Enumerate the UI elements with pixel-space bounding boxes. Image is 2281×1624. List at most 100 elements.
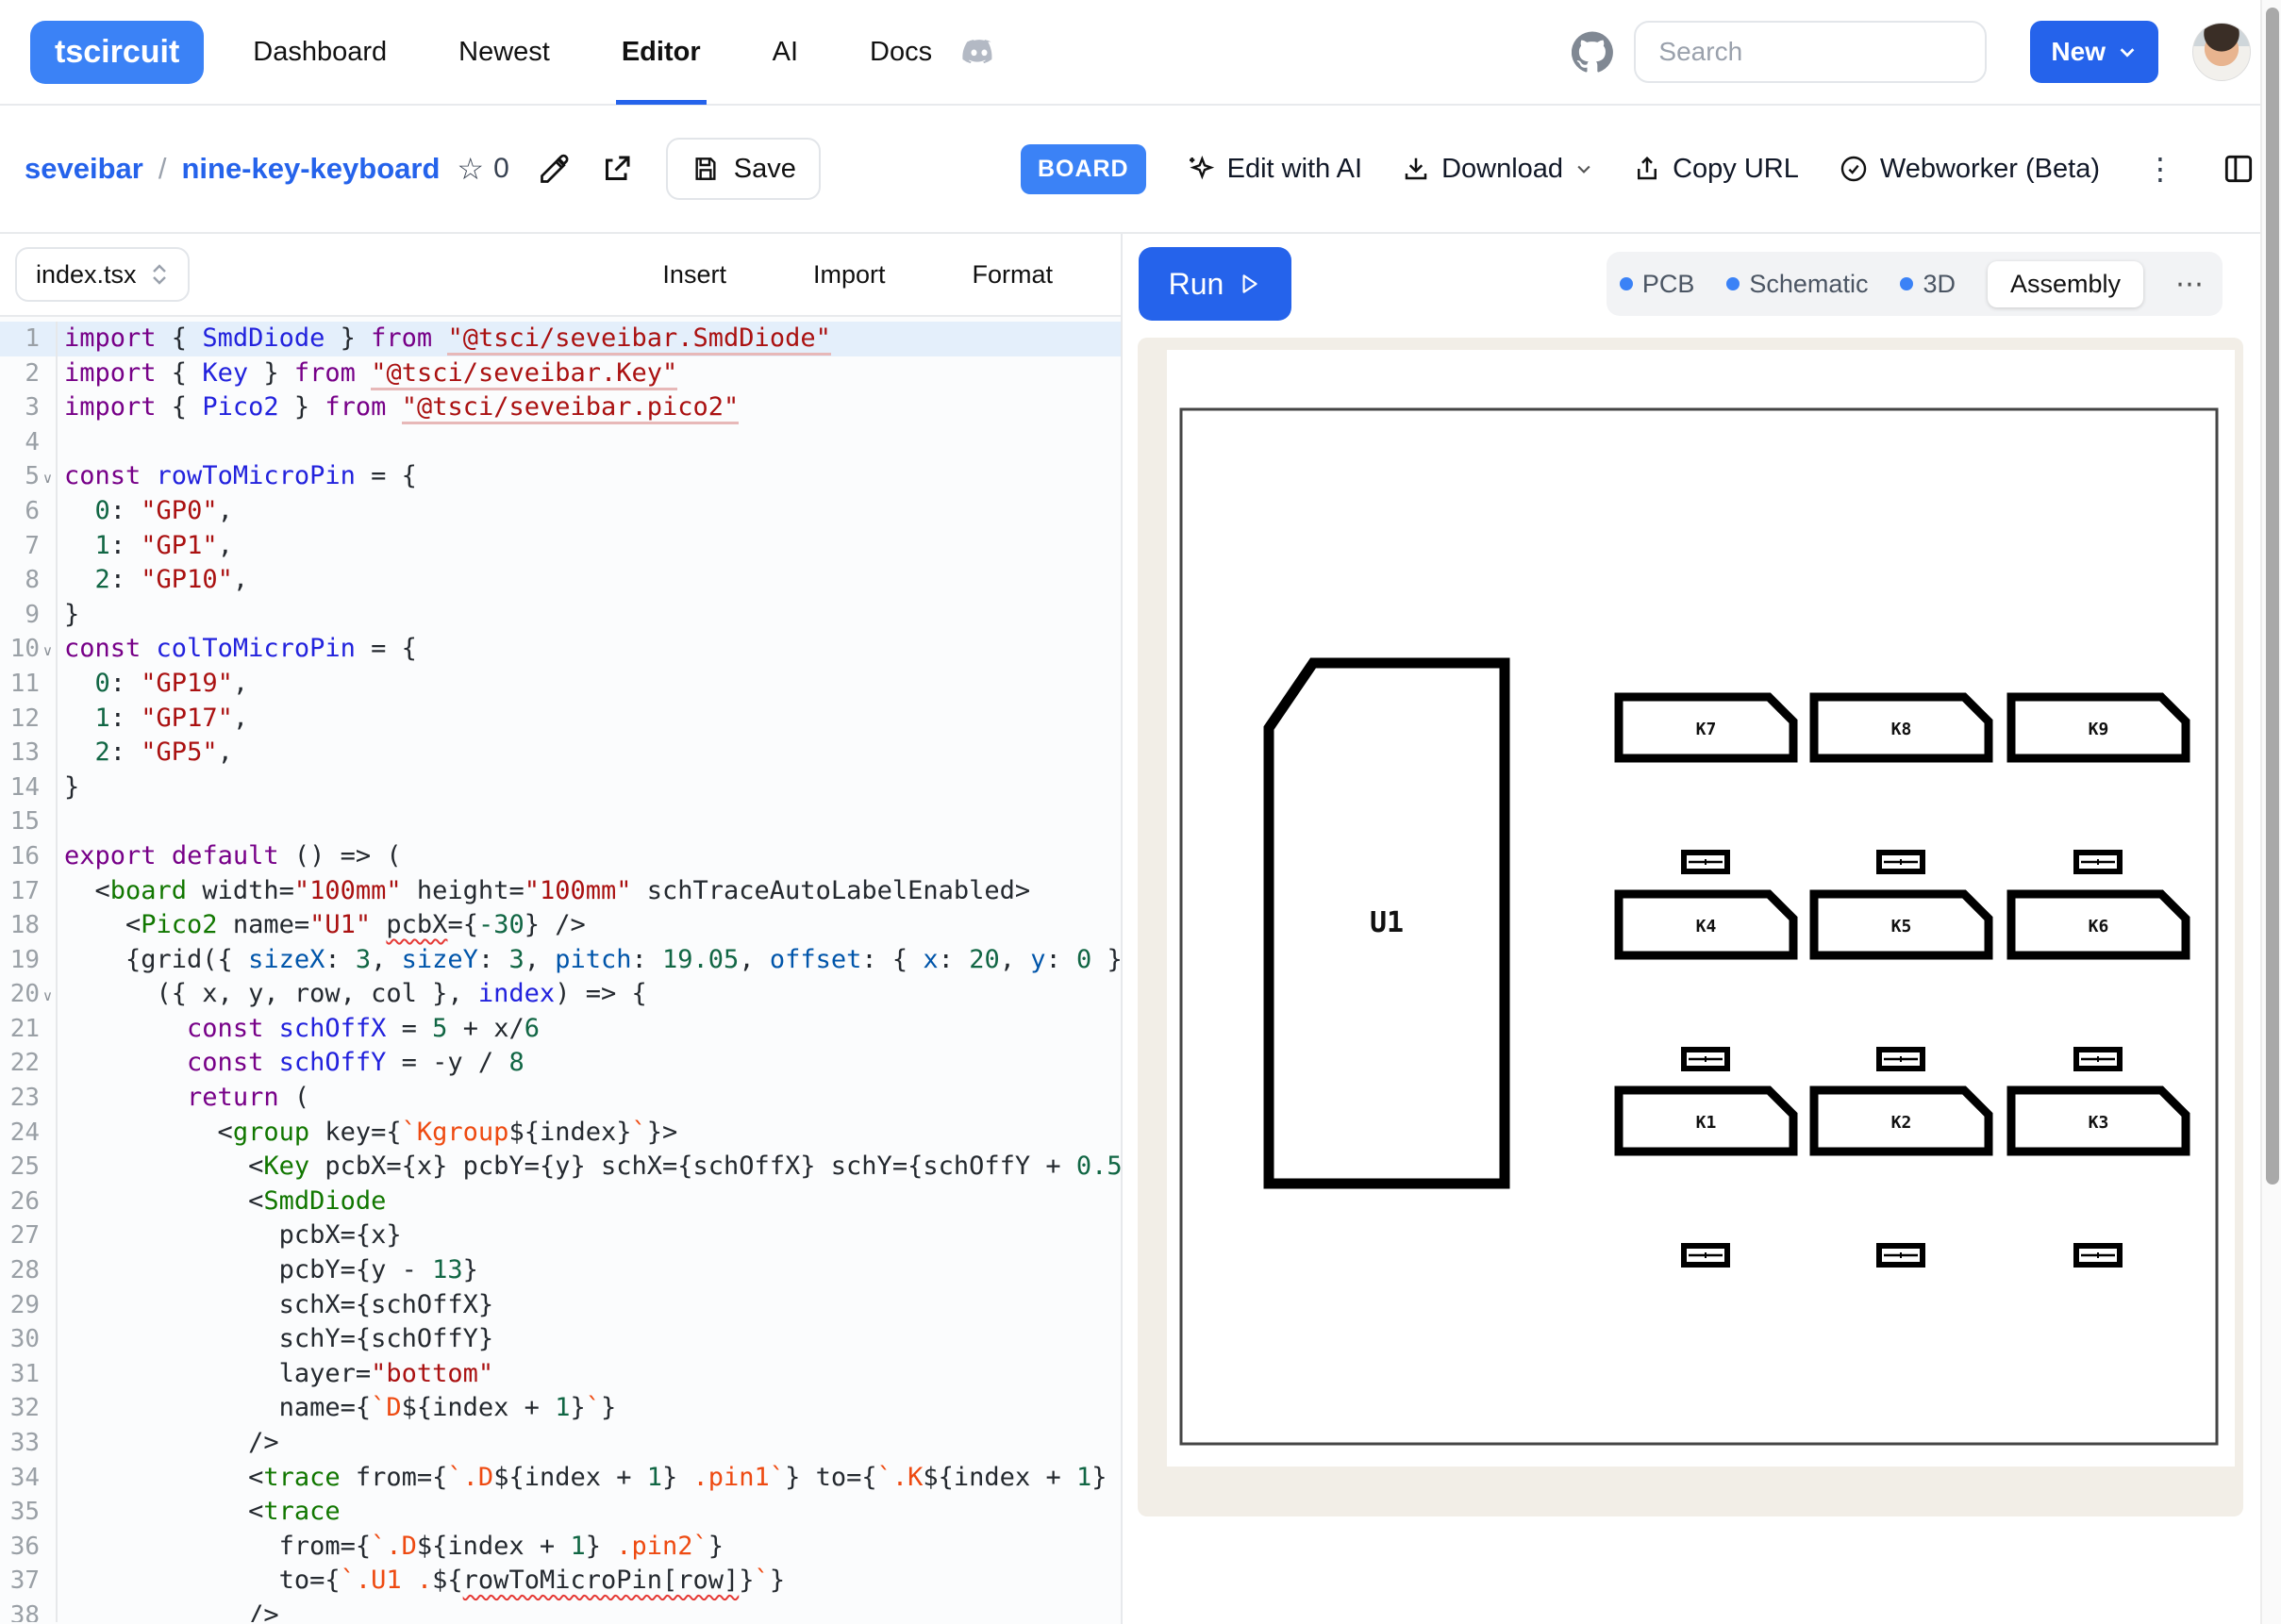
code-line-12[interactable]: 12 1: "GP17", xyxy=(0,702,1121,737)
editor-menu: Insert Import Format xyxy=(662,260,1053,290)
copy-url-label: Copy URL xyxy=(1673,154,1799,185)
edit-pencil-icon[interactable] xyxy=(538,152,572,186)
code-line-27[interactable]: 27 pcbX={x} xyxy=(0,1218,1121,1253)
discord-icon[interactable] xyxy=(960,33,998,71)
view-tab-schematic[interactable]: Schematic xyxy=(1726,270,1868,299)
code-text: layer="bottom" xyxy=(58,1357,493,1392)
code-line-14[interactable]: 14} xyxy=(0,771,1121,805)
fold-marker-icon xyxy=(40,529,58,564)
copy-url-button[interactable]: Copy URL xyxy=(1633,154,1799,185)
editor-menu-insert[interactable]: Insert xyxy=(662,260,726,290)
code-line-2[interactable]: 2import { Key } from "@tsci/seveibar.Key… xyxy=(0,356,1121,391)
file-selector[interactable]: index.tsx xyxy=(15,247,190,302)
upload-icon xyxy=(1633,155,1661,183)
code-line-16[interactable]: 16export default () => ( xyxy=(0,839,1121,874)
avatar[interactable] xyxy=(2192,23,2251,81)
nav-item-dashboard[interactable]: Dashboard xyxy=(253,0,387,105)
code-line-22[interactable]: 22 const schOffY = -y / 8 xyxy=(0,1046,1121,1081)
code-text: <trace xyxy=(58,1495,341,1530)
code-line-4[interactable]: 4 xyxy=(0,425,1121,460)
nav-item-docs[interactable]: Docs xyxy=(870,0,932,105)
view-tab-3d[interactable]: 3D xyxy=(1900,270,1956,299)
code-line-7[interactable]: 7 1: "GP1", xyxy=(0,529,1121,564)
code-line-9[interactable]: 9} xyxy=(0,598,1121,633)
code-line-38[interactable]: 38 /> xyxy=(0,1599,1121,1622)
code-line-34[interactable]: 34 <trace from={`.D${index + 1} .pin1`} … xyxy=(0,1461,1121,1496)
editor-menu-import[interactable]: Import xyxy=(813,260,886,290)
save-button[interactable]: Save xyxy=(666,138,821,200)
nav-item-ai[interactable]: AI xyxy=(773,0,798,105)
breadcrumb-owner[interactable]: seveibar xyxy=(25,152,143,186)
code-line-26[interactable]: 26 <SmdDiode xyxy=(0,1185,1121,1219)
code-line-1[interactable]: 1import { SmdDiode } from "@tsci/seveiba… xyxy=(0,322,1121,356)
run-button[interactable]: Run xyxy=(1139,247,1291,321)
code-text: 1: "GP17", xyxy=(58,702,248,737)
scrollbar-thumb[interactable] xyxy=(2266,8,2279,1185)
code-line-6[interactable]: 6 0: "GP0", xyxy=(0,494,1121,529)
fold-marker-icon xyxy=(40,1150,58,1185)
line-number: 24 xyxy=(0,1116,40,1151)
editor-menu-format[interactable]: Format xyxy=(972,260,1053,290)
share-icon[interactable] xyxy=(600,152,634,186)
edit-with-ai-button[interactable]: Edit with AI xyxy=(1186,154,1362,185)
code-line-33[interactable]: 33 /> xyxy=(0,1426,1121,1461)
webworker-toggle[interactable]: Webworker (Beta) xyxy=(1839,154,2100,185)
nav-item-editor[interactable]: Editor xyxy=(622,0,701,105)
code-line-37[interactable]: 37 to={`.U1 .${rowToMicroPin[row]}`} xyxy=(0,1564,1121,1599)
fold-marker-icon[interactable]: ∨ xyxy=(40,459,58,494)
code-text: <SmdDiode xyxy=(58,1185,386,1219)
code-line-3[interactable]: 3import { Pico2 } from "@tsci/seveibar.p… xyxy=(0,390,1121,425)
line-number: 32 xyxy=(0,1391,40,1426)
tscircuit-logo[interactable]: tscircuit xyxy=(30,21,204,84)
view-tab-assembly[interactable]: Assembly xyxy=(1988,261,2143,307)
code-line-24[interactable]: 24 <group key={`Kgroup${index}`}> xyxy=(0,1116,1121,1151)
new-button[interactable]: New xyxy=(2030,21,2158,83)
view-tab-pcb[interactable]: PCB xyxy=(1620,270,1695,299)
search-input[interactable]: Search xyxy=(1634,21,1987,83)
breadcrumb-project[interactable]: nine-key-keyboard xyxy=(181,152,440,186)
fold-marker-icon[interactable]: ∨ xyxy=(40,977,58,1012)
code-line-31[interactable]: 31 layer="bottom" xyxy=(0,1357,1121,1392)
line-number: 3 xyxy=(0,390,40,425)
board-badge[interactable]: BOARD xyxy=(1021,144,1146,194)
star-icon: ☆ xyxy=(457,151,484,187)
line-number: 31 xyxy=(0,1357,40,1392)
code-line-25[interactable]: 25 <Key pcbX={x} pcbY={y} schX={schOffX}… xyxy=(0,1150,1121,1185)
code-line-18[interactable]: 18 <Pico2 name="U1" pcbX={-30} /> xyxy=(0,908,1121,943)
code-line-11[interactable]: 11 0: "GP19", xyxy=(0,667,1121,702)
code-line-32[interactable]: 32 name={`D${index + 1}`} xyxy=(0,1391,1121,1426)
edit-with-ai-label: Edit with AI xyxy=(1227,154,1362,185)
code-line-13[interactable]: 13 2: "GP5", xyxy=(0,736,1121,771)
code-line-15[interactable]: 15 xyxy=(0,804,1121,839)
code-line-28[interactable]: 28 pcbY={y - 13} xyxy=(0,1253,1121,1288)
assembly-canvas[interactable]: U1K7K8K9K4K5K6K1K2K3 xyxy=(1138,338,2243,1516)
code-line-21[interactable]: 21 const schOffX = 5 + x/6 xyxy=(0,1012,1121,1047)
code-line-35[interactable]: 35 <trace xyxy=(0,1495,1121,1530)
code-line-30[interactable]: 30 schY={schOffY} xyxy=(0,1322,1121,1357)
panel-toggle-icon[interactable] xyxy=(2221,151,2256,187)
code-line-20[interactable]: 20∨ ({ x, y, row, col }, index) => { xyxy=(0,977,1121,1012)
code-area[interactable]: 1import { SmdDiode } from "@tsci/seveiba… xyxy=(0,317,1121,1622)
code-line-5[interactable]: 5∨const rowToMicroPin = { xyxy=(0,459,1121,494)
github-icon[interactable] xyxy=(1572,31,1613,73)
code-line-8[interactable]: 8 2: "GP10", xyxy=(0,563,1121,598)
code-line-36[interactable]: 36 from={`.D${index + 1} .pin2`} xyxy=(0,1530,1121,1565)
nav-item-newest[interactable]: Newest xyxy=(458,0,550,105)
code-text: <trace from={`.D${index + 1} .pin1`} to=… xyxy=(58,1461,1121,1496)
project-toolbar: seveibar / nine-key-keyboard ☆ 0 Save BO… xyxy=(0,106,2281,234)
tabs-more-icon[interactable]: ⋯ xyxy=(2175,268,2209,301)
code-line-23[interactable]: 23 return ( xyxy=(0,1081,1121,1116)
line-number: 9 xyxy=(0,598,40,633)
fold-marker-icon xyxy=(40,908,58,943)
code-text: ({ x, y, row, col }, index) => { xyxy=(58,977,647,1012)
download-button[interactable]: Download xyxy=(1402,154,1593,185)
code-line-10[interactable]: 10∨const colToMicroPin = { xyxy=(0,632,1121,667)
more-menu-icon[interactable]: ⋮ xyxy=(2139,151,2181,187)
window-scrollbar[interactable] xyxy=(2260,0,2281,1624)
code-line-29[interactable]: 29 schX={schOffX} xyxy=(0,1288,1121,1323)
star-counter[interactable]: ☆ 0 xyxy=(457,151,508,187)
line-number: 28 xyxy=(0,1253,40,1288)
fold-marker-icon[interactable]: ∨ xyxy=(40,632,58,667)
code-line-17[interactable]: 17 <board width="100mm" height="100mm" s… xyxy=(0,874,1121,909)
code-line-19[interactable]: 19 {grid({ sizeX: 3, sizeY: 3, pitch: 19… xyxy=(0,943,1121,978)
